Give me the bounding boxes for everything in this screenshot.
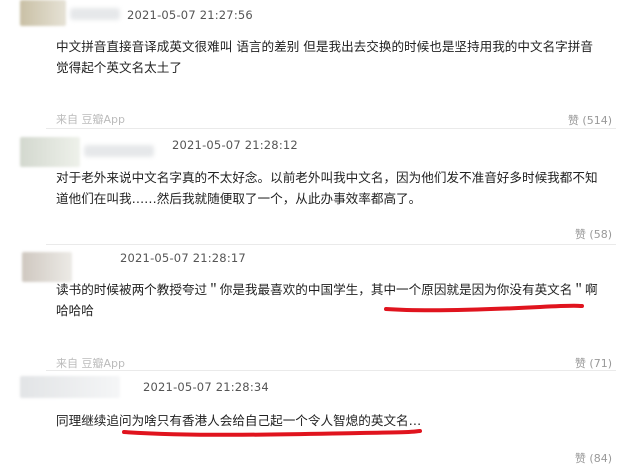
- comment-text: 同理继续追问为啥只有香港人会给自己起一个令人智熄的英文名…: [56, 410, 616, 431]
- comment-line: 读书的时候被两个教授夸过＂你是我最喜欢的中国学生，其中一个原因就是因为你没有英文…: [56, 282, 598, 297]
- comment-text: 读书的时候被两个教授夸过＂你是我最喜欢的中国学生，其中一个原因就是因为你没有英文…: [56, 279, 616, 321]
- comment-line: 道他们在叫我……然后我就随便取了一个，从此办事效率都高了。: [56, 191, 422, 206]
- source-label: 来自 豆瓣App: [56, 113, 125, 126]
- like-button[interactable]: 赞 (58): [575, 226, 612, 242]
- timestamp: 2021-05-07 21:28:12: [172, 138, 298, 152]
- username-blurred: [70, 8, 120, 20]
- comment-item: 2021-05-07 21:28:34 同理继续追问为啥只有香港人会给自己起一个…: [0, 372, 632, 468]
- source-label: 来自 豆瓣App: [56, 357, 125, 370]
- like-button[interactable]: 赞 (84): [575, 450, 612, 466]
- comment-text: 对于老外来说中文名字真的不太好念。以前老外叫我中文名，因为他们发不准音好多时候我…: [56, 167, 616, 209]
- comment-feed: 2021-05-07 21:27:56 中文拼音直接音译成英文很难叫 语言的差别…: [0, 0, 632, 468]
- comment-line: 觉得起个英文名太土了: [56, 60, 182, 75]
- timestamp: 2021-05-07 21:27:56: [127, 8, 253, 22]
- like-button[interactable]: 赞 (71): [575, 355, 612, 371]
- username-blurred: [84, 145, 154, 157]
- comment-line: 哈哈哈: [56, 303, 94, 318]
- comment-line: 中文拼音直接音译成英文很难叫 语言的差别 但是我出去交换的时候也是坚持用我的中文…: [56, 39, 593, 54]
- comment-line: 同理继续追问为啥只有香港人会给自己起一个令人智熄的英文名…: [56, 413, 422, 428]
- comment-text: 中文拼音直接音译成英文很难叫 语言的差别 但是我出去交换的时候也是坚持用我的中文…: [56, 36, 616, 78]
- timestamp: 2021-05-07 21:28:34: [143, 380, 269, 394]
- avatar[interactable]: [22, 252, 72, 282]
- divider: [46, 244, 616, 245]
- comment-item: 2021-05-07 21:28:17 读书的时候被两个教授夸过＂你是我最喜欢的…: [0, 246, 632, 371]
- avatar[interactable]: [20, 376, 120, 398]
- comment-line: 对于老外来说中文名字真的不太好念。以前老外叫我中文名，因为他们发不准音好多时候我…: [56, 170, 598, 185]
- comment-item: 2021-05-07 21:28:12 对于老外来说中文名字真的不太好念。以前老…: [0, 131, 632, 241]
- avatar[interactable]: [20, 0, 66, 26]
- comment-item: 2021-05-07 21:27:56 中文拼音直接音译成英文很难叫 语言的差别…: [0, 0, 632, 128]
- divider: [46, 128, 616, 129]
- divider: [46, 370, 616, 371]
- avatar[interactable]: [20, 137, 80, 167]
- timestamp: 2021-05-07 21:28:17: [120, 251, 246, 265]
- like-button[interactable]: 赞 (514): [568, 112, 612, 128]
